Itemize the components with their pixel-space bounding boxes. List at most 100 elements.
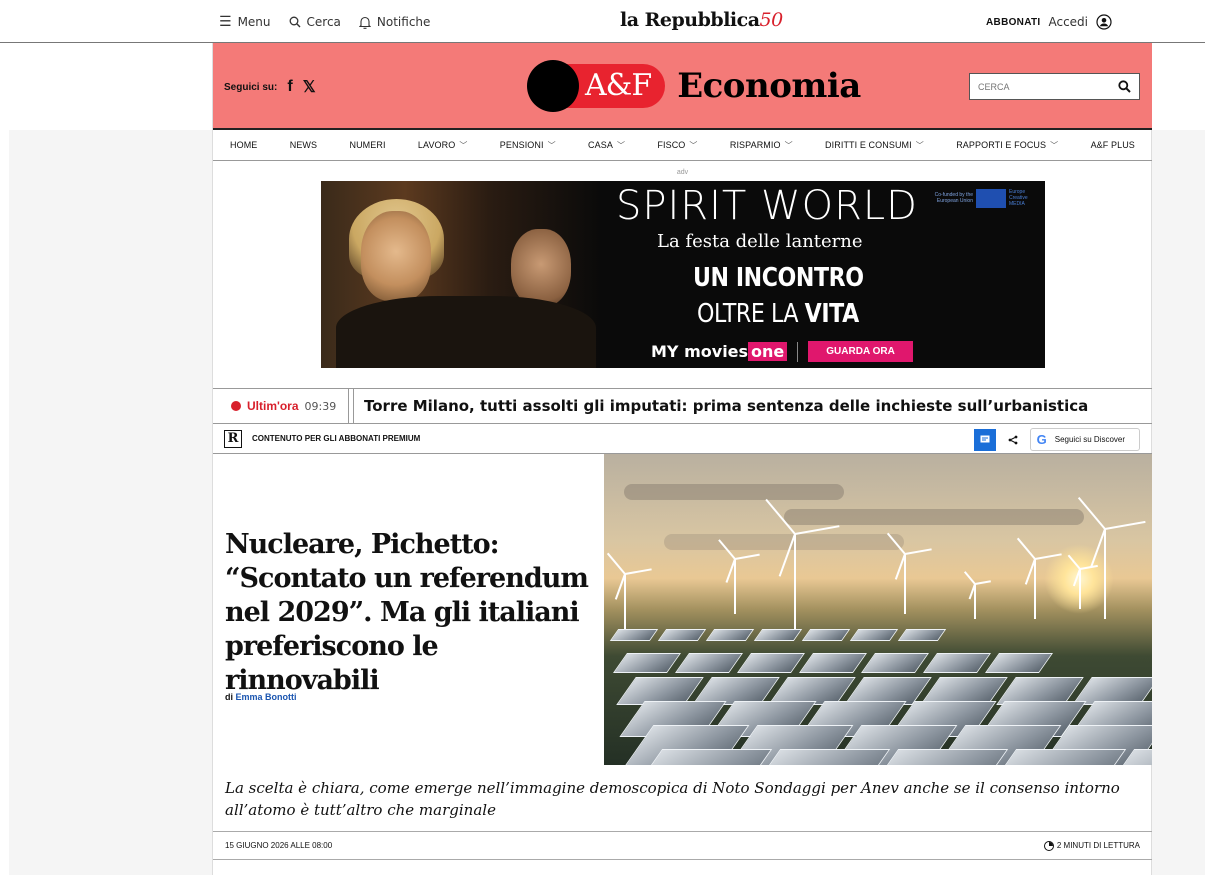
solar-panel [798,653,868,673]
chevron-down-icon: ﹀ [915,140,924,150]
social-follow: Seguici su: f 𝕏 [224,77,316,97]
ad-line2-bold: VITA [804,299,860,329]
watch-now-button[interactable]: GUARDA ORA [808,341,913,362]
solar-panel [860,653,930,673]
article-tools: G Seguici su Discover [973,428,1140,451]
ad-photo-face-woman [361,211,431,301]
mymovies-logo: MY movies one [651,342,788,361]
comments-button[interactable] [973,428,996,451]
share-icon [1008,435,1018,444]
wind-turbine-icon [1034,559,1036,619]
hero-cloud [664,534,904,550]
nav-item[interactable]: DIRITTI E CONSUMI ﹀ [825,140,924,151]
notifications-label: Notifiche [376,15,431,29]
repubblica-logo[interactable]: la Repubblica50 [620,9,783,31]
nav-item[interactable]: NEWS [290,140,317,150]
chevron-down-icon: ﹀ [616,140,626,150]
nav-item[interactable]: HOME [230,140,257,150]
ad-title: SPIRIT WORLD [616,183,918,229]
chevron-down-icon: ﹀ [459,140,468,150]
solar-panel [705,629,755,641]
solar-panel [897,629,947,641]
nav-item[interactable]: NUMERI [349,140,385,150]
article-date: 15 GIUGNO 2026 ALLE 08:00 [225,841,333,850]
section-search [969,73,1140,100]
chevron-down-icon: ﹀ [689,140,698,150]
nav-item[interactable]: LAVORO ﹀ [418,140,468,151]
nav-item[interactable]: RISPARMIO ﹀ [730,140,793,151]
article-author: di Emma Bonotti [225,692,297,702]
search-icon [289,16,301,28]
logo-dot [527,60,579,112]
topbar-right: ABBONATI Accedi [986,14,1112,30]
live-dot-icon [231,401,241,411]
nav-item-label: PENSIONI [499,140,544,150]
ad-banner[interactable]: SPIRIT WORLD La festa delle lanterne UN … [321,181,1045,368]
hero-cloud [784,509,1084,525]
article-caption: La scelta è chiara, come emerge nell’imm… [225,779,1120,819]
solar-panel [612,653,682,673]
menu-label: Menu [237,15,271,29]
nav-item[interactable]: PENSIONI ﹀ [500,140,556,151]
ad-photo-face-man [511,229,571,307]
section-nav: HOME NEWS NUMERI LAVORO ﹀ PENSIONI ﹀ CASA ﹀ FISCO… [213,130,1152,161]
nav-item[interactable]: FISCO ﹀ [657,140,697,151]
follow-label: Seguici su: [224,81,278,93]
wind-turbine-icon [1079,569,1081,609]
discover-follow-button[interactable]: G Seguici su Discover [1029,428,1140,451]
af-economia-logo[interactable]: A&F Economia [527,60,861,112]
adv-label: adv [676,169,689,176]
chevron-down-icon: ﹀ [784,140,793,150]
mymovies-text: movies [684,342,749,361]
breaking-time: 09:39 [304,399,337,413]
author-link[interactable]: Emma Bonotti [236,692,297,702]
share-button[interactable] [1002,429,1024,451]
nav-item[interactable]: RAPPORTI E FOCUS ﹀ [956,140,1058,151]
ad-subtitle: La festa delle lanterne [657,231,863,252]
turbine-blade [1016,537,1036,560]
mymovies-prefix: MY [651,342,679,361]
x-icon[interactable]: 𝕏 [303,77,316,97]
hero-cloud [624,484,844,500]
breaking-headline[interactable]: Torre Milano, tutti assolti gli imputati… [353,389,1088,423]
article-hero-image [604,454,1152,765]
google-icon: G [1036,432,1047,447]
site-topbar: ☰ Menu Cerca Notifiche la Repubblica50 A… [0,0,1205,43]
menu-button[interactable]: ☰ Menu [219,14,271,30]
section-search-input[interactable] [978,81,1098,92]
ad-footer: MY movies one GUARDA ORA [651,341,913,362]
search-button[interactable]: Cerca [289,15,341,29]
wind-turbine-icon [974,584,976,619]
eu-funding-badge: Co-funded by the European Union Europe C… [933,188,1039,208]
chevron-down-icon: ﹀ [1050,140,1059,150]
ad-line2-prefix: OLTRE LA [697,299,805,329]
search-label: Cerca [306,15,341,29]
solar-panel [609,629,659,641]
turbine-blade [974,580,991,585]
article-title: Nucleare, Pichetto: “Scontato un referen… [225,529,589,696]
ad-line1: UN INCONTRO [693,263,864,293]
nav-item-label: RISPARMIO [729,140,781,150]
turbine-blade [606,552,626,575]
wind-turbine-icon [904,554,906,614]
nav-item-label: A&F PLUS [1090,140,1135,150]
solar-panel [753,629,803,641]
login-link[interactable]: Accedi [1048,15,1088,29]
subscribe-link[interactable]: ABBONATI [986,17,1040,28]
nav-item-label: DIRITTI E CONSUMI [825,140,912,150]
solar-panel [674,653,744,673]
search-icon[interactable] [1118,80,1131,93]
notifications-button[interactable]: Notifiche [358,15,431,29]
nav-item[interactable]: CASA ﹀ [588,140,625,151]
facebook-icon[interactable]: f [287,78,292,96]
breaking-tag[interactable]: Ultim'ora 09:39 [213,389,349,423]
nav-item-label: CASA [588,140,613,150]
reading-time: 2 MINUTI DI LETTURA [1043,840,1140,851]
solar-panel [801,629,851,641]
breaking-label: Ultim'ora [247,399,299,413]
creative-text: Europe Creative MEDIA [1009,189,1028,207]
user-icon[interactable] [1096,14,1112,30]
nav-item[interactable]: A&F PLUS [1091,140,1135,150]
nav-item-label: NEWS [289,140,318,150]
turbine-blade [904,548,932,555]
